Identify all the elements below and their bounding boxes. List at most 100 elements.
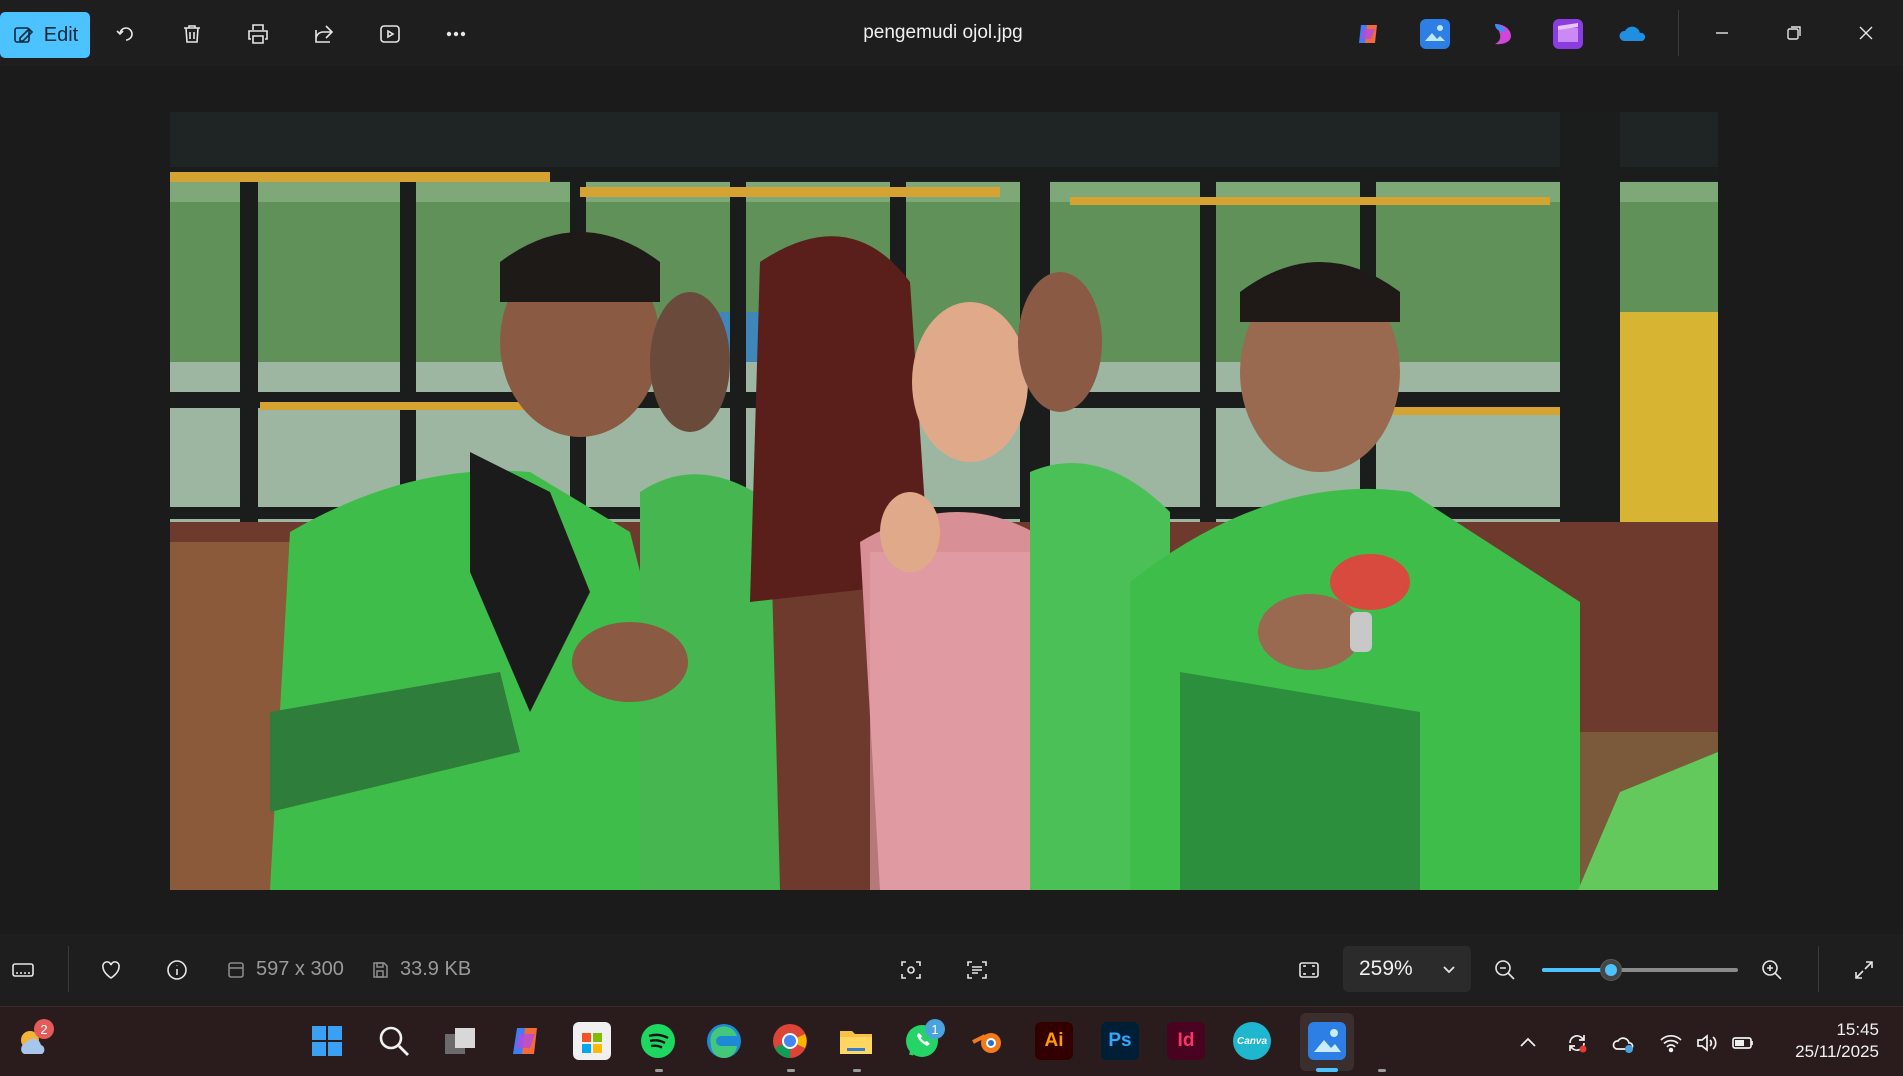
sync-tray-icon[interactable]: [1565, 1031, 1589, 1055]
photo-viewer-image[interactable]: [170, 112, 1718, 890]
fullscreen-icon: [1855, 961, 1873, 979]
more-icon: [446, 31, 466, 37]
taskbar-search-button[interactable]: [375, 1022, 413, 1060]
task-view-button[interactable]: [441, 1022, 479, 1060]
edit-button-label: Edit: [43, 23, 79, 46]
fit-to-window-icon: [1299, 962, 1319, 978]
maximize-button[interactable]: [1764, 10, 1824, 56]
windows-start-icon: [312, 1026, 342, 1056]
zoom-level-value: 259%: [1359, 957, 1413, 980]
share-icon: [315, 25, 334, 43]
file-size-value: 33.9 KB: [400, 958, 472, 980]
taskbar-spotify[interactable]: [639, 1022, 677, 1060]
file-info-button[interactable]: [159, 952, 195, 988]
zoom-slider-thumb[interactable]: [1600, 959, 1622, 981]
favorite-button[interactable]: [93, 952, 129, 988]
copilot-icon[interactable]: [1353, 19, 1383, 49]
filmstrip-button[interactable]: [5, 952, 41, 988]
taskbar-blender[interactable]: [969, 1022, 1007, 1060]
clock-time: 15:45: [1836, 1020, 1879, 1039]
chrome-icon: [773, 1024, 807, 1058]
slideshow-button[interactable]: [372, 16, 408, 52]
taskbar-edge[interactable]: [705, 1022, 743, 1060]
zoom-level-dropdown[interactable]: 259%: [1343, 946, 1471, 992]
fullscreen-button[interactable]: [1846, 952, 1882, 988]
close-icon: [1859, 26, 1873, 40]
taskbar-whatsapp[interactable]: 1: [903, 1019, 945, 1060]
photos-app-window: Edit pengemudi ojol.jpg 597 x 300 33.9 K…: [0, 0, 1903, 1076]
volume-tray-icon[interactable]: [1695, 1031, 1719, 1055]
bottom-toolbar: 597 x 300 33.9 KB 259%: [0, 934, 1903, 1006]
wifi-tray-icon[interactable]: [1659, 1031, 1683, 1055]
taskbar-illustrator[interactable]: Ai: [1035, 1022, 1073, 1060]
edit-button[interactable]: Edit: [0, 12, 90, 58]
rotate-button[interactable]: [108, 16, 144, 52]
chevron-down-icon: [1443, 966, 1455, 974]
taskbar-chrome[interactable]: [771, 1022, 809, 1060]
slideshow-icon: [380, 25, 400, 43]
taskbar-photos[interactable]: [1308, 1022, 1346, 1060]
photos-active-indicator: [1316, 1068, 1338, 1072]
zoom-in-icon: [1762, 960, 1782, 980]
file-size: 33.9 KB: [370, 958, 471, 981]
fit-to-window-button[interactable]: [1291, 952, 1327, 988]
show-hidden-icons-button[interactable]: [1516, 1031, 1540, 1055]
text-scan-icon: [967, 961, 987, 979]
weather-badge: 2: [34, 1019, 54, 1039]
photo-image: [170, 112, 1718, 890]
photos-extra-indicator: [1378, 1069, 1386, 1072]
print-button[interactable]: [240, 16, 276, 52]
designer-icon[interactable]: [1487, 19, 1517, 49]
explorer-running-indicator: [853, 1069, 861, 1072]
taskbar-canva[interactable]: Canva: [1233, 1022, 1271, 1060]
photos-editor-icon[interactable]: [1420, 19, 1450, 49]
battery-icon: [1732, 1037, 1753, 1049]
spotify-icon: [641, 1024, 675, 1058]
clipchamp-icon[interactable]: [1553, 19, 1583, 49]
windows-taskbar: 2 1 Ai Ps Id Canva 15:45 25/11/2025: [0, 1006, 1903, 1076]
zoom-slider[interactable]: [1542, 959, 1738, 981]
sync-icon: [1569, 1035, 1587, 1053]
task-view-icon: [445, 1028, 475, 1054]
chrome-running-indicator: [787, 1069, 795, 1072]
visual-search-icon: [901, 961, 921, 979]
close-button[interactable]: [1836, 10, 1896, 56]
file-name-title: pengemudi ojol.jpg: [863, 22, 1023, 43]
chevron-up-icon: [1520, 1037, 1536, 1047]
taskbar-photoshop[interactable]: Ps: [1101, 1022, 1139, 1060]
onedrive-icon[interactable]: [1618, 19, 1648, 49]
edge-icon: [707, 1024, 741, 1059]
minimize-button[interactable]: [1692, 10, 1752, 56]
delete-icon: [184, 25, 200, 43]
illustrator-icon-label: Ai: [1044, 1030, 1064, 1051]
taskbar-file-explorer[interactable]: [837, 1022, 875, 1060]
blender-icon: [972, 1033, 1001, 1053]
taskbar-copilot[interactable]: [507, 1022, 545, 1060]
visual-search-button[interactable]: [893, 952, 929, 988]
wifi-icon: [1660, 1034, 1682, 1053]
onedrive-tray-icon[interactable]: [1611, 1031, 1635, 1055]
zoom-in-button[interactable]: [1754, 952, 1790, 988]
share-button[interactable]: [306, 16, 342, 52]
battery-tray-icon[interactable]: [1731, 1031, 1755, 1055]
zoom-out-icon: [1495, 960, 1515, 980]
canva-icon-label: Canva: [1236, 1035, 1267, 1047]
edit-icon: [13, 27, 33, 43]
whatsapp-badge: 1: [925, 1019, 945, 1039]
volume-icon: [1697, 1034, 1717, 1052]
folder-icon: [840, 1031, 872, 1054]
cloud-icon: [1612, 1037, 1634, 1053]
text-scan-button[interactable]: [959, 952, 995, 988]
taskbar-store[interactable]: [573, 1022, 611, 1060]
store-icon: [582, 1033, 602, 1053]
indesign-icon-label: Id: [1177, 1030, 1195, 1051]
taskbar-indesign[interactable]: Id: [1167, 1022, 1205, 1060]
favorite-icon: [102, 961, 120, 979]
weather-widget[interactable]: 2: [14, 1019, 54, 1060]
zoom-out-button[interactable]: [1487, 952, 1523, 988]
start-button[interactable]: [308, 1022, 346, 1060]
more-options-button[interactable]: [438, 16, 474, 52]
taskbar-clock[interactable]: 15:45 25/11/2025: [1795, 1019, 1879, 1063]
maximize-icon: [1787, 26, 1801, 40]
delete-button[interactable]: [174, 16, 210, 52]
